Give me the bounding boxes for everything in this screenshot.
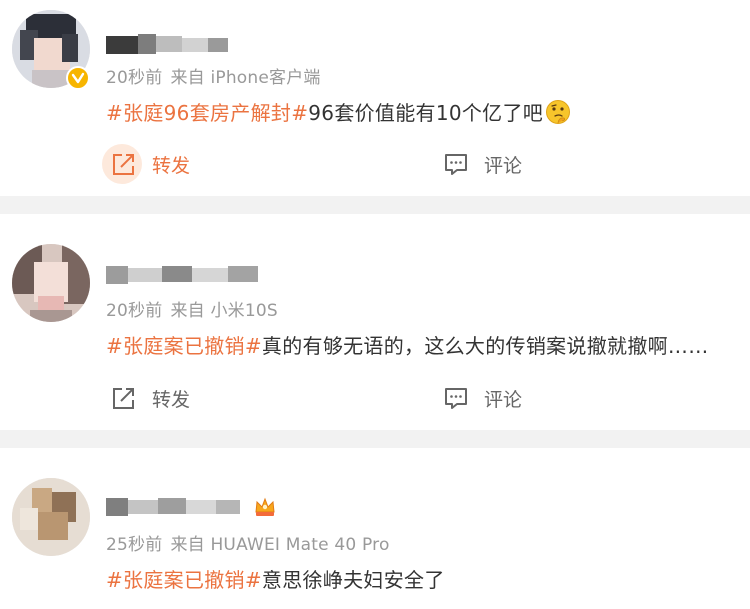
comment-icon (445, 154, 467, 175)
repost-button[interactable]: 转发 (102, 144, 191, 184)
hashtag-link[interactable]: #张庭96套房产解封# (106, 101, 308, 125)
post-time: 20秒前 (106, 301, 163, 321)
post-content: #张庭案已撤销#意思徐峥夫妇安全了 (106, 564, 746, 593)
post-divider (0, 430, 750, 448)
hashtag-link[interactable]: #张庭案已撤销# (106, 334, 262, 358)
comment-icon (445, 388, 467, 409)
post-source[interactable]: 来自 HUAWEI Mate 40 Pro (170, 535, 389, 555)
username-blurred[interactable] (106, 496, 246, 516)
post-text: 意思徐峥夫妇安全了 (261, 568, 445, 592)
post-actions: 转发 评论 (0, 378, 750, 418)
comment-button[interactable]: 评论 (442, 378, 522, 418)
post-divider (0, 196, 750, 214)
post-card: 20秒前 来自 小米10S #张庭案已撤销#真的有够无语的，这么大的传销案说撤就撤… (0, 214, 750, 430)
post-meta: 25秒前 来自 HUAWEI Mate 40 Pro (106, 530, 398, 555)
thinking-face-emoji (546, 100, 571, 124)
post-card: 20秒前 来自 iPhone客户端 #张庭96套房产解封#96套价值能有10个亿了… (0, 0, 750, 196)
avatar[interactable] (12, 478, 90, 556)
username-blurred[interactable] (106, 34, 256, 54)
verified-badge (66, 66, 90, 90)
hashtag-link[interactable]: #张庭案已撤销# (106, 568, 262, 592)
weibo-feed: 20秒前 来自 iPhone客户端 #张庭96套房产解封#96套价值能有10个亿了… (0, 0, 750, 609)
username-blurred[interactable] (106, 264, 266, 284)
post-source[interactable]: 来自 iPhone客户端 (170, 68, 320, 88)
repost-label: 转发 (152, 388, 191, 411)
post-time: 20秒前 (106, 68, 163, 88)
repost-icon (113, 388, 134, 409)
post-time: 25秒前 (106, 535, 163, 555)
avatar[interactable] (12, 244, 90, 322)
post-source[interactable]: 来自 小米10S (170, 301, 277, 321)
repost-label: 转发 (152, 154, 191, 177)
comment-label: 评论 (484, 154, 523, 177)
post-content: #张庭96套房产解封#96套价值能有10个亿了吧 (106, 97, 746, 126)
post-meta: 20秒前 来自 iPhone客户端 (106, 63, 329, 88)
post-text: 真的有够无语的，这么大的传销案说撤就撤啊…… (261, 334, 709, 358)
post-text: 96套价值能有10个亿了吧 (308, 101, 544, 125)
post-card: 25秒前 来自 HUAWEI Mate 40 Pro #张庭案已撤销#意思徐峥夫妇… (0, 448, 750, 609)
post-content: #张庭案已撤销#真的有够无语的，这么大的传销案说撤就撤啊…… (106, 330, 746, 359)
repost-button[interactable]: 转发 (110, 378, 190, 418)
comment-label: 评论 (484, 388, 523, 411)
comment-button[interactable]: 评论 (442, 144, 522, 184)
crown-level-icon (255, 497, 275, 516)
check-v-icon (71, 72, 85, 84)
post-meta: 20秒前 来自 小米10S (106, 296, 286, 321)
repost-icon (113, 154, 134, 175)
post-actions: 转发 评论 (0, 144, 750, 184)
